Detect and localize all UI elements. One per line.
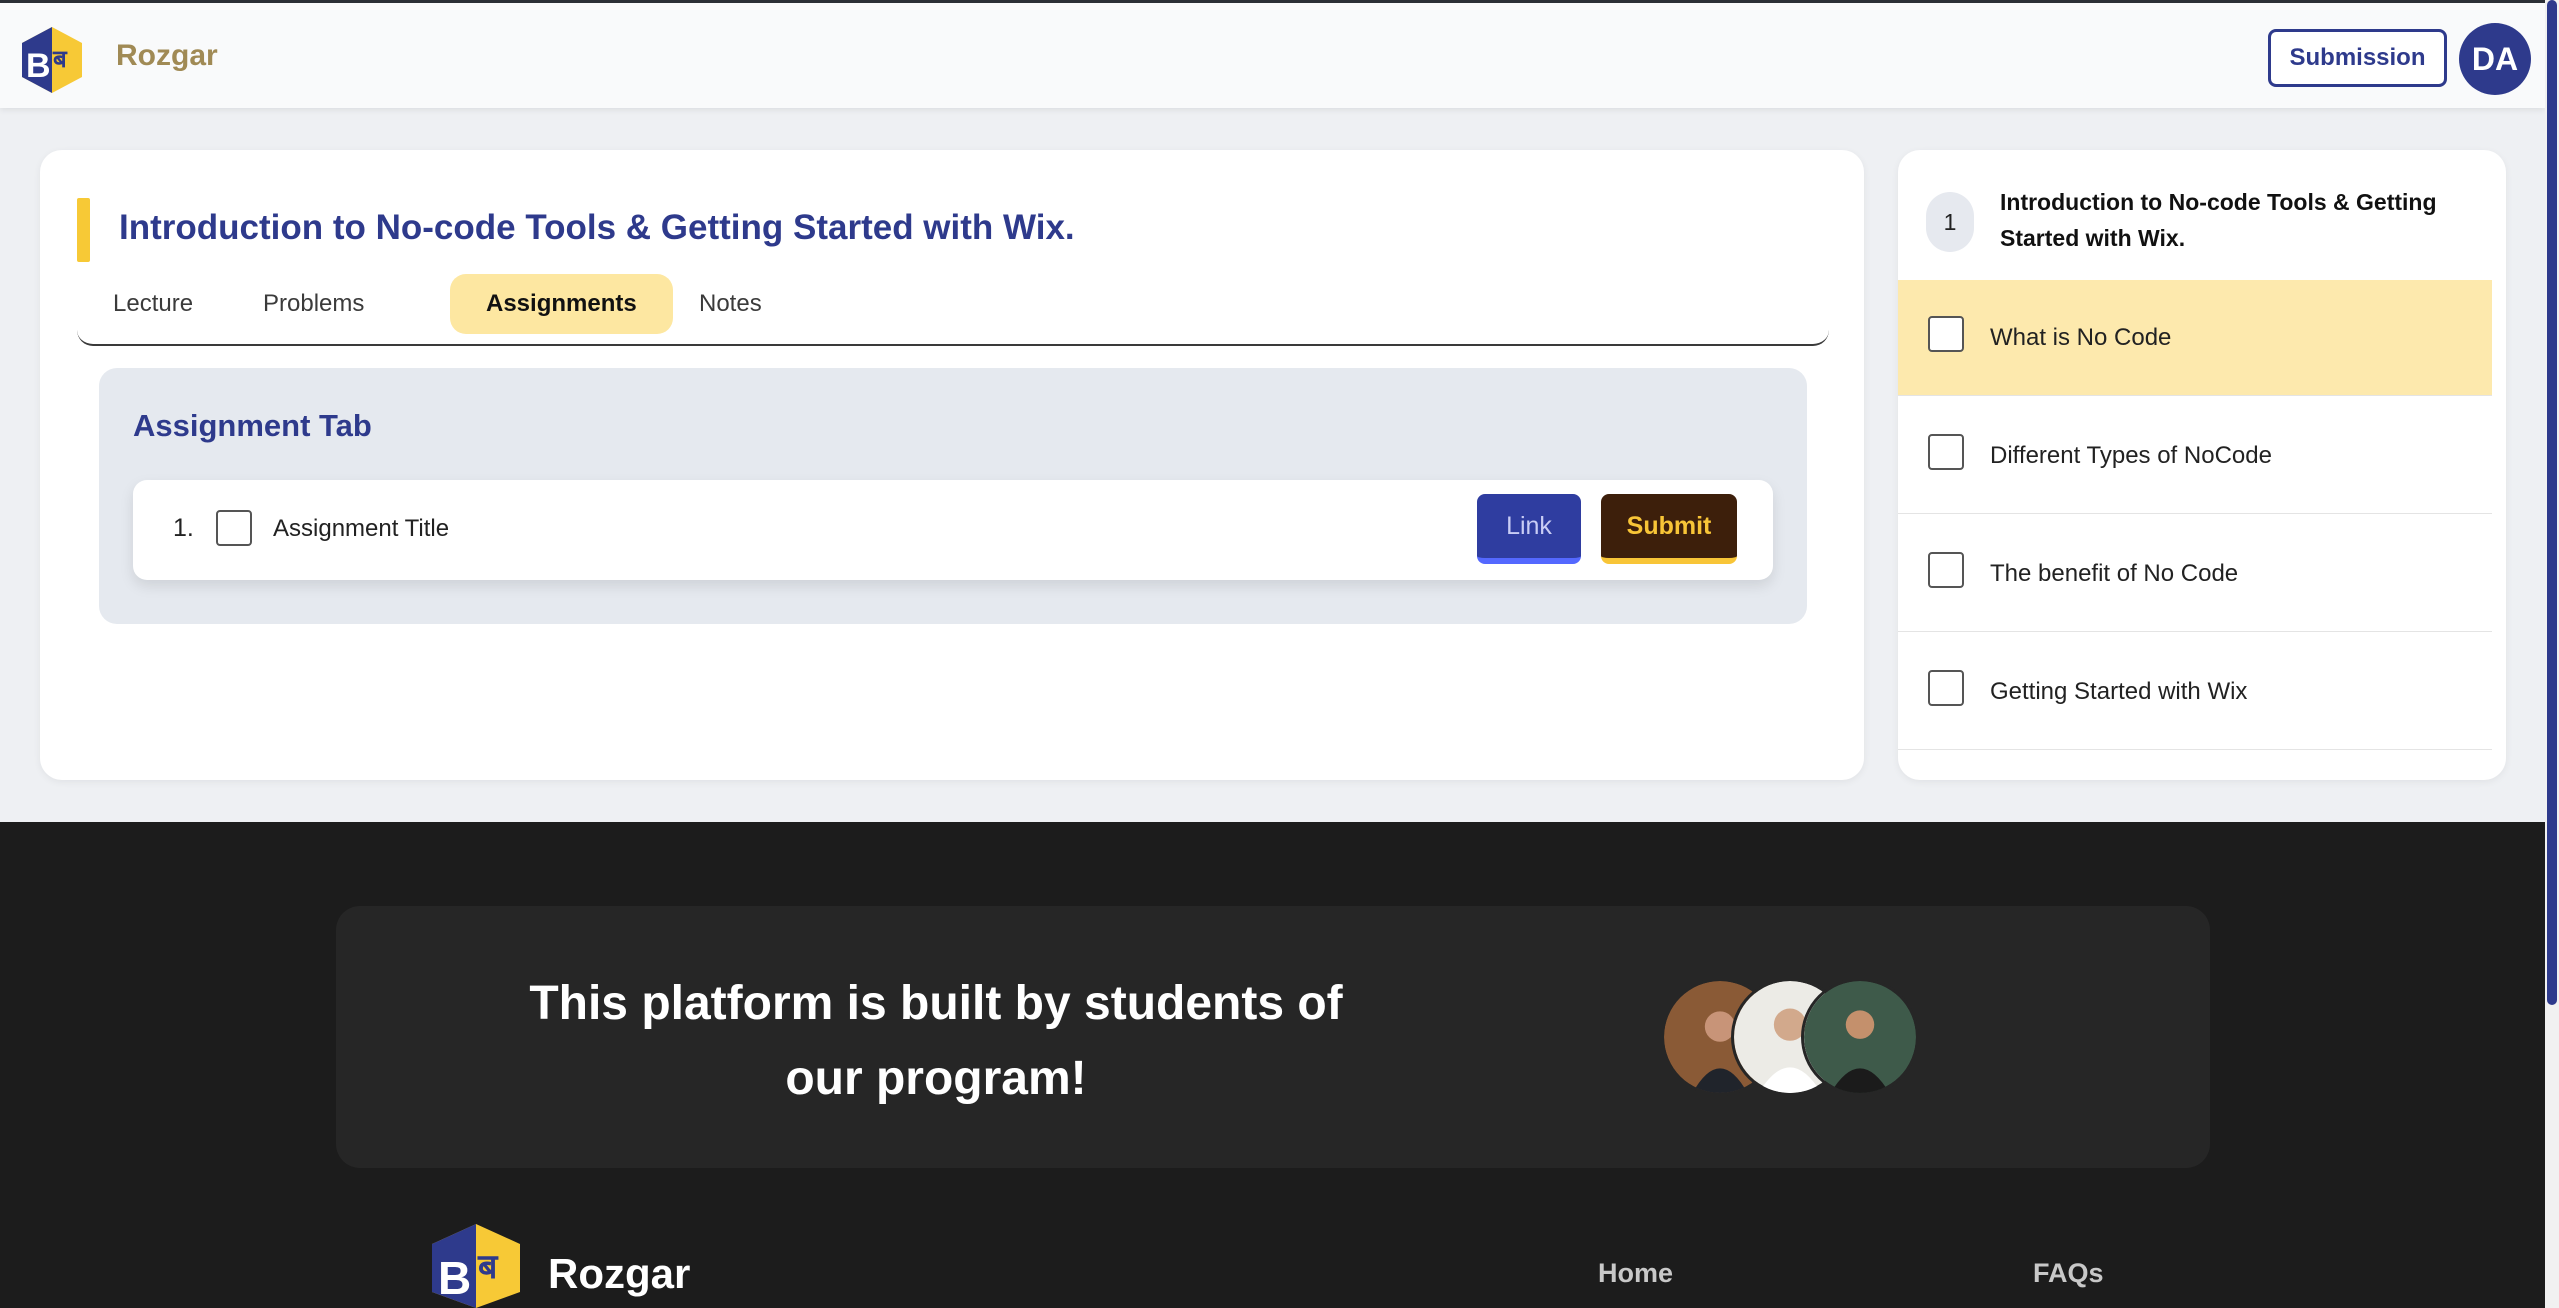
assignment-number: 1. (173, 514, 194, 542)
assignment-link-button[interactable]: Link (1477, 494, 1581, 564)
sidebar-item-label: Getting Started with Wix (1990, 678, 2248, 705)
footer-brand: Rozgar (548, 1250, 691, 1297)
tab-problems[interactable]: Problems (227, 274, 400, 334)
lesson-card: Introduction to No-code Tools & Getting … (40, 150, 1864, 780)
topic-checkbox[interactable] (1928, 670, 1964, 706)
tab-assignments[interactable]: Assignments (450, 274, 673, 334)
lesson-tabs: Lecture Problems Assignments Notes (77, 268, 1829, 346)
svg-text:B: B (438, 1252, 471, 1304)
team-avatars (1661, 978, 1921, 1096)
footer-link-home[interactable]: Home (1598, 1258, 1673, 1289)
promo-banner: This platform is built by students of ou… (336, 906, 2210, 1168)
module-title: Introduction to No-code Tools & Getting … (2000, 189, 2437, 251)
assignment-checkbox[interactable] (216, 510, 252, 546)
submission-button[interactable]: Submission (2268, 29, 2447, 87)
brand-name: Rozgar (116, 39, 218, 72)
page-scrollbar[interactable] (2545, 0, 2559, 1308)
sidebar-item-benefit[interactable]: The benefit of No Code (1898, 516, 2492, 632)
sidebar-item-different-types[interactable]: Different Types of NoCode (1898, 398, 2492, 514)
sidebar-item-label: The benefit of No Code (1990, 560, 2239, 587)
footer: This platform is built by students of ou… (0, 822, 2545, 1308)
user-avatar[interactable]: DA (2459, 23, 2531, 95)
topic-checkbox[interactable] (1928, 316, 1964, 352)
tab-notes[interactable]: Notes (663, 274, 798, 334)
footer-link-faqs[interactable]: FAQs (2033, 1258, 2104, 1289)
title-accent-bar (77, 198, 90, 262)
module-header[interactable]: 1 Introduction to No-code Tools & Gettin… (1898, 150, 2506, 280)
rozgar-logo[interactable]: B ब (20, 25, 84, 95)
student-avatar (1801, 978, 1919, 1096)
tab-lecture[interactable]: Lecture (77, 274, 229, 334)
assignment-row: 1. Assignment Title Link Submit (133, 480, 1773, 580)
footer-logo[interactable]: B ब (428, 1222, 524, 1308)
module-sidebar: 1 Introduction to No-code Tools & Gettin… (1898, 150, 2506, 780)
promo-text: This platform is built by students of ou… (529, 977, 1343, 1105)
topic-checkbox[interactable] (1928, 434, 1964, 470)
svg-text:ब: ब (52, 45, 68, 73)
assignment-title: Assignment Title (273, 515, 450, 542)
module-number-badge: 1 (1926, 192, 1974, 252)
lesson-title: Introduction to No-code Tools & Getting … (119, 208, 1075, 247)
sidebar-item-label: Different Types of NoCode (1990, 442, 2272, 469)
sidebar-item-getting-started[interactable]: Getting Started with Wix (1898, 634, 2492, 750)
svg-text:B: B (26, 47, 51, 85)
scrollbar-thumb[interactable] (2547, 0, 2557, 1005)
assignment-submit-button[interactable]: Submit (1601, 494, 1737, 564)
top-navbar: B ब Rozgar Submission DA (0, 0, 2545, 108)
sidebar-item-what-is-no-code[interactable]: What is No Code (1898, 280, 2492, 396)
sidebar-item-label: What is No Code (1990, 324, 2172, 351)
topic-checkbox[interactable] (1928, 552, 1964, 588)
assignment-panel: Assignment Tab 1. Assignment Title Link … (99, 368, 1807, 624)
svg-text:ब: ब (477, 1247, 499, 1287)
assignment-heading: Assignment Tab (133, 408, 372, 443)
